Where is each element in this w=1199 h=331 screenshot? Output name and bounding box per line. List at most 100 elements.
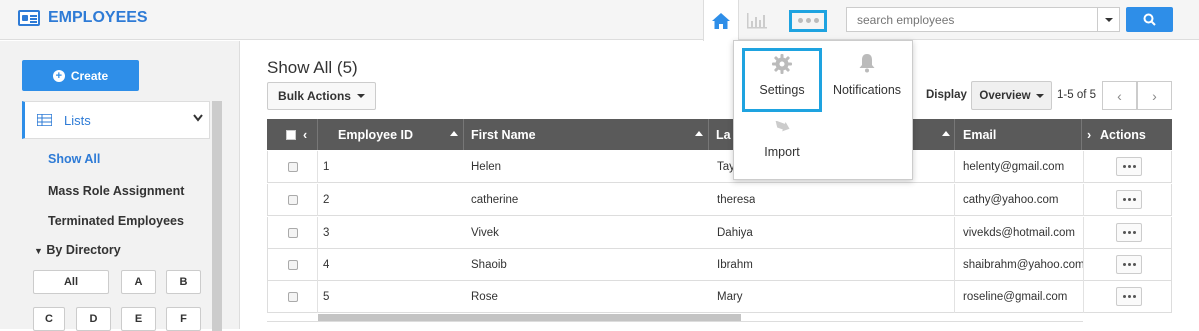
cell-first-name: Helen xyxy=(471,161,502,173)
chevron-down-icon xyxy=(1035,93,1044,98)
column-header-employee-id[interactable]: Employee ID xyxy=(338,119,413,150)
sort-asc-icon[interactable] xyxy=(695,131,703,136)
row-checkbox[interactable] xyxy=(288,260,298,270)
sidebar-item-mass-role-assignment[interactable]: Mass Role Assignment xyxy=(48,184,184,198)
import-label: Import xyxy=(764,145,800,159)
bell-icon xyxy=(859,54,875,73)
settings-menu-item[interactable]: Settings xyxy=(748,53,816,97)
column-header-email[interactable]: Email xyxy=(963,119,996,150)
directory-letter-f[interactable]: F xyxy=(166,307,201,331)
select-all-checkbox[interactable] xyxy=(286,130,296,140)
home-icon xyxy=(712,12,730,29)
cell-employee-id: 4 xyxy=(323,259,330,271)
chevron-down-icon xyxy=(193,114,203,122)
chevron-right-icon: › xyxy=(1152,87,1157,104)
by-directory-label: By Directory xyxy=(46,243,121,257)
table-row[interactable]: 2 catherine theresa cathy@yahoo.com xyxy=(267,184,1172,216)
row-actions-button[interactable] xyxy=(1116,157,1142,176)
settings-label: Settings xyxy=(759,83,805,97)
search-filter-dropdown[interactable] xyxy=(1097,8,1119,31)
cell-employee-id: 3 xyxy=(323,227,330,239)
cell-first-name: Vivek xyxy=(471,227,499,239)
page-title: Show All (5) xyxy=(267,58,358,77)
column-header-first-name[interactable]: First Name xyxy=(471,119,536,150)
row-actions-button[interactable] xyxy=(1116,223,1142,242)
list-icon xyxy=(37,114,52,126)
search-input[interactable] xyxy=(847,8,1097,31)
reports-button[interactable] xyxy=(739,0,775,40)
directory-letter-all[interactable]: All xyxy=(33,270,109,294)
notifications-menu-item[interactable]: Notifications xyxy=(828,53,906,97)
directory-letter-c[interactable]: C xyxy=(33,307,65,331)
expand-right-button[interactable]: › xyxy=(1087,119,1091,150)
column-header-actions: Actions xyxy=(1100,127,1146,142)
by-directory-toggle[interactable]: ▼ By Directory xyxy=(34,243,121,257)
cell-email: shaibrahm@yahoo.com xyxy=(963,259,1083,271)
pager-text: 1-5 of 5 xyxy=(1057,89,1096,101)
search-button[interactable] xyxy=(1126,7,1173,32)
chevron-down-icon: ▼ xyxy=(34,246,43,256)
cell-email: vivekds@hotmail.com xyxy=(963,227,1076,239)
cell-employee-id: 1 xyxy=(323,161,330,173)
directory-letter-e[interactable]: E xyxy=(121,307,156,331)
row-actions-button[interactable] xyxy=(1116,287,1142,306)
row-checkbox[interactable] xyxy=(288,292,298,302)
table-header: ‹ Employee ID First Name La Email › Acti… xyxy=(267,119,1172,150)
bulk-actions-button[interactable]: Bulk Actions xyxy=(267,82,376,110)
chevron-left-icon: ‹ xyxy=(303,127,308,142)
app-title: EMPLOYEES xyxy=(48,9,148,26)
table-row[interactable]: 1 Helen Tay helenty@gmail.com xyxy=(267,151,1172,183)
sort-asc-icon[interactable] xyxy=(450,131,458,136)
cell-email: roseline@gmail.com xyxy=(963,291,1068,303)
cell-first-name: Rose xyxy=(471,291,498,303)
chevron-down-icon xyxy=(356,94,365,98)
bulk-actions-label: Bulk Actions xyxy=(278,89,351,103)
table-row[interactable]: 4 Shaoib Ibrahm shaibrahm@yahoo.com xyxy=(267,249,1172,281)
table-horizontal-scrollbar[interactable] xyxy=(318,314,741,321)
display-value: Overview xyxy=(979,89,1031,102)
prev-page-button[interactable]: ‹ xyxy=(1102,81,1137,110)
row-actions-button[interactable] xyxy=(1116,255,1142,274)
next-page-button[interactable]: › xyxy=(1137,81,1172,110)
directory-letter-b[interactable]: B xyxy=(166,270,201,294)
lists-section-toggle[interactable]: Lists xyxy=(22,101,210,139)
more-menu-popup: Settings Notifications Import xyxy=(733,40,913,180)
table-row[interactable]: 5 Rose Mary roseline@gmail.com xyxy=(267,281,1172,313)
sidebar-scrollbar[interactable] xyxy=(212,101,222,331)
chevron-right-icon: › xyxy=(1087,127,1092,142)
display-select[interactable]: Overview xyxy=(971,81,1052,110)
cell-email: cathy@yahoo.com xyxy=(963,194,1059,206)
sidebar: + Create Lists Show All Mass Role Assign… xyxy=(0,41,240,331)
sort-asc-icon[interactable] xyxy=(942,131,950,136)
table-row[interactable]: 3 Vivek Dahiya vivekds@hotmail.com xyxy=(267,217,1172,249)
search-icon xyxy=(1143,13,1156,26)
collapse-left-button[interactable]: ‹ xyxy=(303,119,307,150)
more-dots-icon xyxy=(789,9,827,32)
cell-last-name: Dahiya xyxy=(717,227,753,239)
notifications-label: Notifications xyxy=(832,83,902,97)
column-header-last-name[interactable]: La xyxy=(716,119,731,150)
sidebar-item-terminated-employees[interactable]: Terminated Employees xyxy=(48,214,184,228)
gear-icon xyxy=(772,54,792,74)
create-button[interactable]: + Create xyxy=(22,60,139,91)
chevron-left-icon: ‹ xyxy=(1117,87,1122,104)
display-label: Display xyxy=(926,89,967,101)
cell-first-name: Shaoib xyxy=(471,259,507,271)
sidebar-item-show-all[interactable]: Show All xyxy=(48,152,100,166)
lists-label: Lists xyxy=(64,112,91,128)
top-nav-icons xyxy=(703,0,835,41)
row-checkbox[interactable] xyxy=(288,195,298,205)
bar-chart-icon xyxy=(747,13,767,29)
directory-letter-d[interactable]: D xyxy=(76,307,111,331)
top-bar: EMPLOYEES xyxy=(0,0,1199,41)
import-icon xyxy=(775,121,790,132)
import-menu-item[interactable]: Import xyxy=(748,121,816,159)
cell-first-name: catherine xyxy=(471,194,519,206)
home-button[interactable] xyxy=(703,0,739,41)
row-actions-button[interactable] xyxy=(1116,190,1142,209)
row-checkbox[interactable] xyxy=(288,162,298,172)
more-menu-button[interactable] xyxy=(775,0,835,40)
app-brand[interactable]: EMPLOYEES xyxy=(18,9,148,27)
directory-letter-a[interactable]: A xyxy=(121,270,156,294)
row-checkbox[interactable] xyxy=(288,228,298,238)
